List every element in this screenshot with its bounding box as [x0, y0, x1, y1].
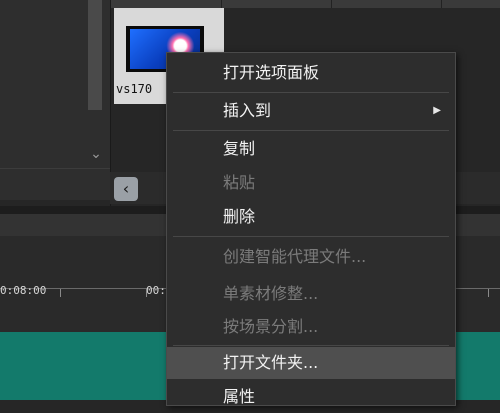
ruler-tick [60, 289, 61, 297]
ruler-timecode: 00: [146, 284, 166, 297]
menu-item-open-folder[interactable]: 打开文件夹... [167, 347, 455, 379]
ruler-tick [488, 289, 489, 297]
menu-item-paste: 粘贴 [167, 167, 455, 199]
menu-item-label: 打开文件夹... [223, 353, 319, 372]
menu-item-delete[interactable]: 删除 [167, 201, 455, 233]
menu-item-open-options-panel[interactable]: 打开选项面板 [167, 57, 455, 89]
menu-item-label: 单素材修整... [223, 284, 319, 303]
menu-item-properties[interactable]: 属性 [167, 381, 455, 413]
chevron-left-icon[interactable]: ‹ [114, 177, 138, 201]
left-panel-scrollbar[interactable] [88, 0, 102, 110]
menu-separator [173, 92, 449, 93]
menu-item-insert-to[interactable]: 插入到 ▶ [167, 95, 455, 127]
library-tabs-strip [111, 0, 500, 8]
menu-item-label: 创建智能代理文件... [223, 247, 367, 266]
library-tab[interactable] [441, 0, 500, 8]
chevron-down-icon[interactable]: ⌄ [88, 146, 104, 162]
library-tab[interactable] [331, 0, 442, 8]
menu-item-label: 按场景分割... [223, 317, 319, 336]
library-tab[interactable] [111, 0, 222, 8]
submenu-arrow-icon: ▶ [433, 105, 441, 116]
menu-item-label: 属性 [223, 387, 256, 406]
menu-item-label: 复制 [223, 139, 256, 158]
menu-separator [173, 345, 449, 346]
menu-item-split-by-scene: 按场景分割... [167, 311, 455, 343]
ruler-timecode: 0:08:00 [0, 284, 47, 297]
menu-item-single-clip-trim: 单素材修整... [167, 278, 455, 310]
library-tab[interactable] [221, 0, 332, 8]
menu-item-copy[interactable]: 复制 [167, 133, 455, 165]
menu-item-label: 粘贴 [223, 173, 256, 192]
menu-item-create-smart-proxy: 创建智能代理文件... [167, 241, 455, 273]
ruler-tick [146, 289, 147, 297]
menu-item-label: 删除 [223, 207, 256, 226]
clip-name: vs170 [116, 82, 153, 96]
left-panel-divider [0, 168, 110, 169]
menu-item-label: 插入到 [223, 101, 272, 120]
menu-item-label: 打开选项面板 [223, 63, 320, 82]
context-menu: 打开选项面板 插入到 ▶ 复制 粘贴 删除 创建智能代理文件... 单素材修整.… [166, 52, 456, 406]
menu-separator [173, 130, 449, 131]
menu-separator [173, 236, 449, 237]
